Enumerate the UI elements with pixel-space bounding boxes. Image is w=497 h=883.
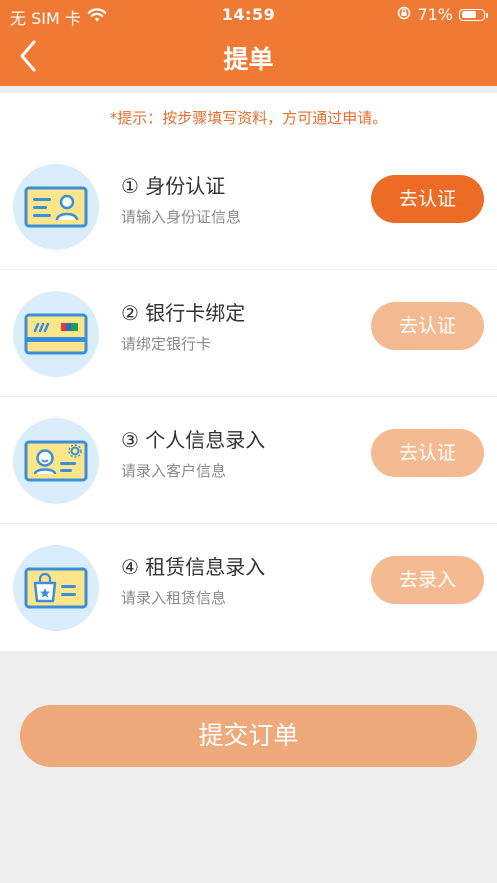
step-subtitle: 请输入身份证信息 [121,208,242,226]
step-title: ② 银行卡绑定 [121,301,246,325]
lease-info-icon [13,545,99,631]
step-row-bank-card: ② 银行卡绑定 请绑定银行卡 去认证 [0,271,497,397]
identity-verify-button[interactable]: 去认证 [371,175,484,223]
steps-card: *提示：按步骤填写资料，方可通过申请。 ① 身份认证 请输入身份证信息 去认证 [0,93,497,651]
app-header: 无 SIM 卡 14:59 71% 提单 [0,0,497,86]
step-title: ① 身份认证 [121,174,226,198]
navigation-bar: 提单 [0,30,497,86]
personal-info-verify-button[interactable]: 去认证 [371,429,484,477]
orientation-lock-icon [397,5,411,24]
id-card-icon [13,164,99,250]
tip-text: *提示：按步骤填写资料，方可通过申请。 [109,109,388,127]
step-subtitle: 请录入客户信息 [121,462,227,480]
bank-card-icon [13,291,99,377]
status-right: 71% [397,5,488,24]
battery-icon [459,8,488,21]
step-row-personal-info: ③ 个人信息录入 请录入客户信息 去认证 [0,398,497,524]
step-row-identity: ① 身份认证 请输入身份证信息 去认证 [0,144,497,270]
submit-order-button[interactable]: 提交订单 [20,705,477,767]
step-title: ④ 租赁信息录入 [121,555,266,579]
step-row-lease-info: ④ 租赁信息录入 请录入租赁信息 去录入 [0,525,497,651]
page-title: 提单 [223,45,274,74]
bank-card-verify-button[interactable]: 去认证 [371,302,484,350]
battery-text: 71% [417,5,453,24]
personal-info-icon [13,418,99,504]
status-bar: 无 SIM 卡 14:59 71% [0,0,497,30]
battery-fill [461,11,476,18]
step-subtitle: 请录入租赁信息 [121,589,227,607]
step-title: ③ 个人信息录入 [121,428,266,452]
step-subtitle: 请绑定银行卡 [121,335,212,353]
lease-info-enter-button[interactable]: 去录入 [371,556,484,604]
